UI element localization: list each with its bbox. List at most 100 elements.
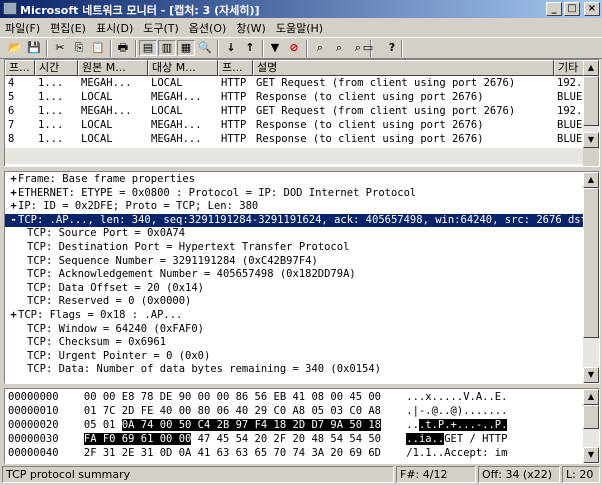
expand-icon[interactable]: + <box>9 173 18 187</box>
summary-vscrollbar[interactable]: ▲ ▼ <box>583 60 599 148</box>
detail-line[interactable]: TCP: Source Port = 0x0A74 <box>9 227 185 241</box>
paste-icon[interactable]: 📋 <box>89 40 107 56</box>
help-icon[interactable]: ? <box>383 40 401 56</box>
save-icon[interactable]: 💾 <box>25 40 43 56</box>
close-button[interactable]: × <box>584 2 600 16</box>
detail-line[interactable]: +IP: ID = 0x2DFE; Proto = TCP; Len: 380 <box>9 200 258 214</box>
detail-line[interactable]: TCP: Urgent Pointer = 0 (0x0) <box>9 350 210 364</box>
open-icon[interactable]: 📂 <box>6 40 24 56</box>
scroll-up-button[interactable]: ▲ <box>583 172 599 188</box>
table-cell[interactable]: 7 <box>8 118 35 132</box>
table-cell[interactable]: Response (to client using port 2676) <box>256 90 554 104</box>
table-cell[interactable]: 5 <box>8 90 35 104</box>
table-cell[interactable]: MEGAH... <box>151 118 218 132</box>
table-cell[interactable]: 1... <box>38 132 78 146</box>
find-icon[interactable]: ⌕ <box>311 40 329 56</box>
column-header-destination[interactable]: 대상 M... <box>148 60 218 76</box>
table-cell[interactable]: LOCAL <box>81 118 148 132</box>
maximize-button[interactable]: □ <box>564 2 580 16</box>
detail-line[interactable]: TCP: Reserved = 0 (0x0000) <box>9 295 191 309</box>
table-cell[interactable]: GET Request (from client using port 2676… <box>256 104 554 118</box>
menu-file[interactable]: 파일(F) <box>0 20 45 36</box>
summary-hscrollbar[interactable] <box>5 148 583 164</box>
minimize-button[interactable]: _ <box>546 2 562 16</box>
app-icon[interactable] <box>3 2 17 15</box>
table-cell[interactable]: MEGAH... <box>151 132 218 146</box>
pane-hex-icon[interactable]: ▦ <box>177 40 195 56</box>
detail-line[interactable]: TCP: Window = 64240 (0xFAF0) <box>9 323 204 337</box>
table-cell[interactable]: 8 <box>8 132 35 146</box>
detail-line[interactable]: TCP: Destination Port = Hypertext Transf… <box>9 241 349 255</box>
detail-line[interactable]: TCP: Acknowledgement Number = 405657498 … <box>9 268 356 282</box>
hex-line[interactable]: 00000040 2F 31 2E 31 0D 0A 41 63 63 65 7… <box>8 446 507 460</box>
detail-line[interactable]: TCP: Data Offset = 20 (0x14) <box>9 282 204 296</box>
table-cell[interactable]: Response (to client using port 2676) <box>256 118 554 132</box>
copy-icon[interactable]: ⎘ <box>70 40 88 56</box>
expand-icon[interactable]: - <box>9 214 18 228</box>
scroll-thumb[interactable] <box>583 188 599 338</box>
column-header-source[interactable]: 원본 M... <box>78 60 148 76</box>
scroll-thumb[interactable] <box>583 405 599 429</box>
window-icon[interactable]: ▭ <box>359 40 377 56</box>
detail-line[interactable]: TCP: Sequence Number = 3291191284 (0xC42… <box>9 255 318 269</box>
detail-line[interactable]: TCP: Data: Number of data bytes remainin… <box>9 363 381 377</box>
menu-tools[interactable]: 도구(T) <box>138 20 184 36</box>
table-cell[interactable]: LOCAL <box>151 76 218 90</box>
detail-vscrollbar[interactable]: ▲ ▼ <box>583 172 599 383</box>
hex-line[interactable]: 00000020 05 01 0A 74 00 50 C4 2B 97 F4 1… <box>8 418 508 432</box>
table-cell[interactable]: HTTP <box>221 76 253 90</box>
table-cell[interactable]: HTTP <box>221 118 253 132</box>
display-filter-icon[interactable]: ⊘ <box>285 40 303 56</box>
table-cell[interactable]: LOCAL <box>81 132 148 146</box>
pane-summary-icon[interactable]: ▤ <box>139 40 157 56</box>
menu-window[interactable]: 창(W) <box>231 20 271 36</box>
table-cell[interactable]: 1... <box>38 104 78 118</box>
cut-icon[interactable]: ✂ <box>51 40 69 56</box>
arrow-up-icon[interactable]: ↑ <box>241 40 259 56</box>
expand-icon[interactable]: + <box>9 309 18 323</box>
table-cell[interactable]: Response (to client using port 2676) <box>256 132 554 146</box>
table-cell[interactable]: 1... <box>38 118 78 132</box>
table-cell[interactable]: 6 <box>8 104 35 118</box>
find-next-icon[interactable]: ⌕ <box>330 40 348 56</box>
menu-edit[interactable]: 편집(E) <box>45 20 91 36</box>
table-cell[interactable]: GET Request (from client using port 2676… <box>256 76 554 90</box>
expand-icon[interactable]: + <box>9 187 18 201</box>
table-cell[interactable]: MEGAH... <box>151 90 218 104</box>
column-header-frame[interactable]: 프... <box>5 60 35 76</box>
table-cell[interactable]: MEGAH... <box>81 104 148 118</box>
table-cell[interactable]: 1... <box>38 90 78 104</box>
print-icon[interactable]: 🖶 <box>114 40 132 56</box>
detail-line[interactable]: +ETHERNET: ETYPE = 0x0800 : Protocol = I… <box>9 187 416 201</box>
column-header-time[interactable]: 시간 <box>35 60 78 76</box>
hex-vscrollbar[interactable]: ▲ ▼ <box>583 389 599 463</box>
scroll-down-button[interactable]: ▼ <box>583 447 599 463</box>
scroll-down-button[interactable]: ▼ <box>583 132 599 148</box>
table-cell[interactable]: LOCAL <box>81 90 148 104</box>
menu-display[interactable]: 표시(D) <box>91 20 138 36</box>
hex-line[interactable]: 00000030 FA F0 69 61 00 00 47 45 54 20 2… <box>8 432 507 446</box>
scroll-down-button[interactable]: ▼ <box>583 367 599 383</box>
zoom-icon[interactable]: 🔍 <box>196 40 214 56</box>
arrow-down-icon[interactable]: ↓ <box>222 40 240 56</box>
table-cell[interactable]: LOCAL <box>151 104 218 118</box>
menu-options[interactable]: 옵션(O) <box>184 20 231 36</box>
detail-line[interactable]: -TCP: .AP..., len: 340, seq:3291191284-3… <box>5 213 593 228</box>
hex-line[interactable]: 00000010 01 7C 2D FE 40 00 80 06 40 29 C… <box>8 404 507 418</box>
table-cell[interactable]: HTTP <box>221 90 253 104</box>
menu-help[interactable]: 도움말(H) <box>271 20 328 36</box>
detail-line[interactable]: +TCP: Flags = 0x18 : .AP... <box>9 309 182 323</box>
table-cell[interactable]: HTTP <box>221 104 253 118</box>
detail-line[interactable]: +Frame: Base frame properties <box>9 173 195 187</box>
table-cell[interactable]: MEGAH... <box>81 76 148 90</box>
table-cell[interactable]: HTTP <box>221 132 253 146</box>
hex-line[interactable]: 00000000 00 00 E8 78 DE 90 00 00 86 56 E… <box>8 390 507 404</box>
pane-detail-icon[interactable]: ▥ <box>158 40 176 56</box>
table-cell[interactable]: 1... <box>38 76 78 90</box>
filter-icon[interactable]: ▼ <box>266 40 284 56</box>
column-header-protocol[interactable]: 프... <box>218 60 253 76</box>
scroll-up-button[interactable]: ▲ <box>583 389 599 405</box>
column-header-description[interactable]: 설명 <box>253 60 554 76</box>
detail-line[interactable]: TCP: Checksum = 0x6961 <box>9 336 166 350</box>
title-bar[interactable]: Microsoft 네트워크 모니터 - [캡처: 3 (자세히)] _ □ × <box>0 0 602 18</box>
